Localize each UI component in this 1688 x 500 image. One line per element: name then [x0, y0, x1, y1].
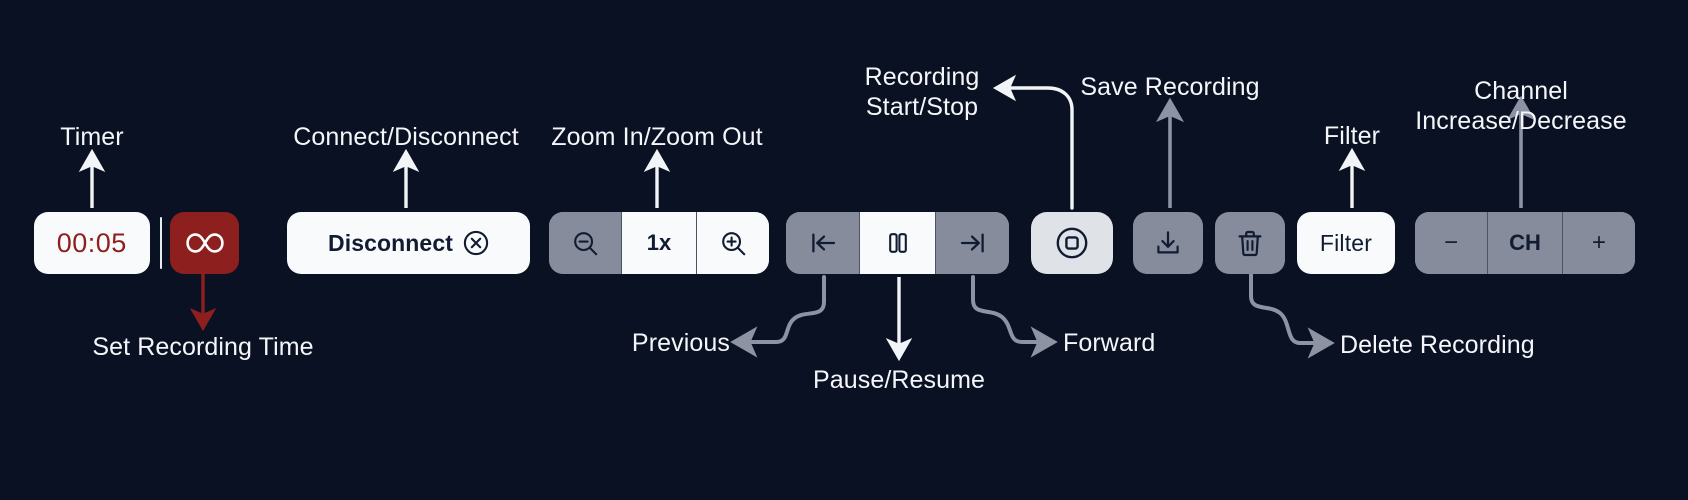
pause-icon [888, 233, 907, 253]
disconnect-label: Disconnect [328, 229, 453, 256]
toolbar-annotation-diagram: Timer Set Recording Time Connect/Disconn… [0, 0, 1688, 500]
filter-group: Filter [1297, 212, 1395, 274]
transport-divider-right [935, 212, 936, 274]
skip-previous-icon [811, 233, 835, 253]
filter-button[interactable]: Filter [1297, 212, 1395, 274]
skip-next-icon [960, 233, 984, 253]
disconnect-button[interactable]: Disconnect [287, 212, 530, 274]
zoom-divider-right [696, 212, 697, 274]
channel-divider-left [1487, 212, 1488, 274]
annotation-label-forward: Forward [1063, 329, 1156, 357]
transport-group [786, 212, 1009, 274]
record-stop-icon [1056, 227, 1088, 259]
annotation-label-zoom: Zoom In/Zoom Out [551, 123, 763, 151]
delete-group [1215, 212, 1285, 274]
forward-button[interactable] [936, 212, 1009, 274]
timer-group: 00:05 [34, 212, 239, 274]
zoom-in-button[interactable] [697, 212, 769, 274]
zoom-level-display[interactable]: 1x [622, 212, 696, 274]
annotation-label-filter: Filter [1323, 122, 1381, 150]
recorder-toolbar: 00:05 Disconnect 1x Filter − CH + [0, 212, 1688, 274]
annotation-label-save-recording: Save Recording [1080, 73, 1260, 101]
magnifier-plus-icon [721, 231, 745, 255]
close-circle-icon [463, 230, 489, 256]
trash-icon [1238, 230, 1262, 256]
arrow-recording-start-stop [992, 74, 1074, 210]
previous-button[interactable] [786, 212, 859, 274]
annotation-label-recording-start-stop: Recording Start/Stop [864, 63, 980, 121]
save-recording-button[interactable] [1133, 212, 1203, 274]
recording-start-stop-button[interactable] [1031, 212, 1113, 274]
zoom-group: 1x [549, 212, 769, 274]
annotation-label-channel: Channel Increase/Decrease [1415, 77, 1627, 135]
channel-increase-button[interactable]: + [1563, 212, 1635, 274]
save-group [1133, 212, 1203, 274]
transport-divider-left [859, 212, 860, 274]
annotation-label-timer: Timer [60, 123, 124, 151]
channel-decrease-button[interactable]: − [1415, 212, 1487, 274]
record-group [1031, 212, 1113, 274]
pause-resume-button[interactable] [860, 212, 935, 274]
arrow-previous [730, 275, 826, 358]
timer-divider [159, 217, 163, 269]
download-icon [1157, 231, 1179, 254]
annotation-label-previous: Previous [631, 329, 730, 357]
connection-group: Disconnect [287, 212, 530, 274]
channel-group: − CH + [1415, 212, 1635, 274]
timer-display[interactable]: 00:05 [34, 212, 150, 274]
annotation-label-pause-resume: Pause/Resume [812, 366, 986, 394]
annotation-label-set-recording-time: Set Recording Time [92, 333, 314, 361]
infinity-icon [186, 233, 224, 253]
zoom-divider-left [621, 212, 622, 274]
annotation-label-delete-recording: Delete Recording [1340, 331, 1535, 359]
annotation-label-connect-disconnect: Connect/Disconnect [293, 123, 519, 151]
delete-recording-button[interactable] [1215, 212, 1285, 274]
zoom-out-button[interactable] [549, 212, 621, 274]
arrow-forward [971, 275, 1058, 358]
channel-divider-right [1562, 212, 1563, 274]
magnifier-minus-icon [573, 231, 597, 255]
channel-label[interactable]: CH [1488, 212, 1562, 274]
set-recording-time-button[interactable] [170, 212, 239, 274]
